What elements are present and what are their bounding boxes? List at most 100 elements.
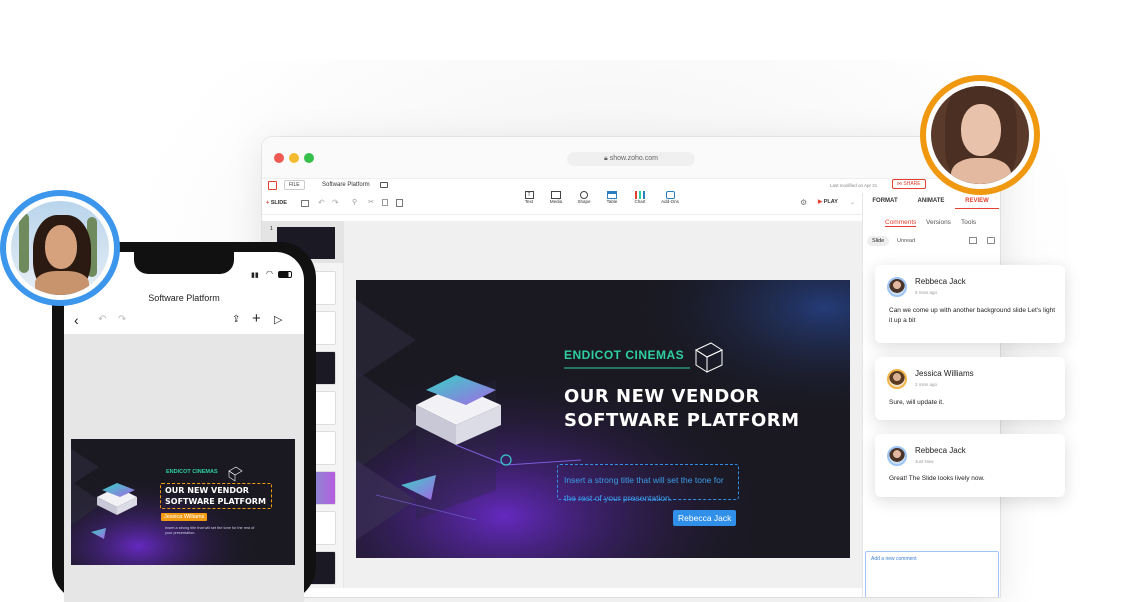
comment-time: Just Now <box>915 459 934 464</box>
slide-title-line2: SOFTWARE PLATFORM <box>564 410 800 431</box>
comment-text: Great! The Slide looks lively now. <box>889 475 985 482</box>
tool-table-label: Table <box>606 199 618 204</box>
collaborator-avatar-blue <box>0 190 120 306</box>
slide-subtitle-placeholder[interactable]: Insert a strong title that will set the … <box>557 464 739 503</box>
tool-chart-label: Chart <box>634 199 646 204</box>
tab-animate[interactable]: ANIMATE <box>909 193 953 209</box>
share-icon[interactable]: ⇪ <box>232 314 240 325</box>
undo-icon[interactable]: ↶ <box>318 198 325 207</box>
comment-card[interactable]: Rebbeca Jack 5 mins ago Can we come up w… <box>875 265 1065 343</box>
add-comment-input[interactable]: Add a new comment <box>865 551 999 597</box>
layout-icon[interactable] <box>301 200 309 207</box>
cut-icon[interactable]: ✂ <box>368 198 374 206</box>
slide-subtitle-text: Insert a strong title that will set the … <box>564 475 724 503</box>
comment-icon[interactable] <box>987 237 995 244</box>
tab-review[interactable]: REVIEW <box>955 193 999 209</box>
add-comment-placeholder: Add a new comment <box>871 556 917 562</box>
filter-slide-chip[interactable]: Slide <box>867 236 890 246</box>
play-button[interactable]: ▶ PLAY <box>818 199 838 205</box>
text-tool-icon: T <box>524 191 534 199</box>
commenter-name: Rebbeca Jack <box>915 446 966 455</box>
puzzle-icon <box>665 191 675 199</box>
chart-tool-icon <box>635 191 645 199</box>
collaborator-cursor-label: Rebecca Jack <box>673 510 737 526</box>
tool-addons-button[interactable]: Add-Ons <box>658 191 682 204</box>
avatar-photo <box>11 201 109 295</box>
tool-addons-label: Add-Ons <box>661 199 679 204</box>
back-chevron-icon[interactable]: ‹ <box>74 312 79 328</box>
commenter-avatar <box>887 369 907 389</box>
folder-icon[interactable] <box>380 182 388 188</box>
tool-text-button[interactable]: T Text <box>520 191 538 204</box>
url-text: show.zoho.com <box>609 155 658 162</box>
print-icon[interactable] <box>969 237 977 244</box>
settings-gear-icon[interactable]: ⚙ <box>800 198 807 207</box>
commenter-avatar <box>887 277 907 297</box>
window-titlebar: 🔒︎ show.zoho.com <box>262 137 1000 179</box>
table-tool-icon <box>607 191 617 199</box>
slide-number-label: 1 <box>270 226 273 232</box>
add-icon[interactable]: + <box>252 310 261 327</box>
main-slide[interactable]: ENDICOT CINEMAS OUR NEW VENDOR SOFTWARE … <box>356 280 850 558</box>
signal-icon: ▮▮ <box>251 272 259 279</box>
paste-icon[interactable] <box>396 199 403 207</box>
undo-icon[interactable]: ↶ <box>98 314 106 325</box>
comment-card[interactable]: Rebbeca Jack Just Now Great! The Slide l… <box>875 434 1065 497</box>
media-tool-icon <box>551 191 561 199</box>
phone-screen: ▮▮ ◠ Software Platform ‹ ↶ ↷ ⇪ + ▷ ENDIC… <box>64 252 304 602</box>
commenter-name: Jessica Williams <box>915 369 974 378</box>
phone-doc-title: Software Platform <box>148 293 220 303</box>
tab-format[interactable]: FORMAT <box>863 193 907 209</box>
share-label: SHARE <box>903 181 921 187</box>
tool-table-button[interactable]: Table <box>602 191 622 204</box>
tool-chart-button[interactable]: Chart <box>630 191 650 204</box>
comment-time: 5 mins ago <box>915 290 938 295</box>
phone-notch <box>134 252 234 274</box>
phone-slide-title-line1: OUR NEW VENDOR <box>165 486 249 495</box>
close-dot[interactable] <box>274 153 284 163</box>
slide-title-line1: OUR NEW VENDOR <box>564 386 760 407</box>
document-title[interactable]: Software Platform <box>322 182 370 188</box>
add-slide-label: SLIDE <box>270 200 287 206</box>
phone-cursor-label: Jessica Williams <box>161 513 208 521</box>
phone-slide-placeholder: Insert a strong title that will set the … <box>165 526 255 535</box>
tool-text-label: Text <box>524 199 534 204</box>
slide-brand-text: ENDICOT CINEMAS <box>564 348 685 362</box>
redo-icon[interactable]: ↷ <box>118 314 126 325</box>
subtab-tools[interactable]: Tools <box>961 219 976 226</box>
comment-time: 2 mins ago <box>915 382 938 387</box>
tool-shape-button[interactable]: Shape <box>574 191 594 204</box>
add-slide-button[interactable]: + SLIDE <box>266 200 287 206</box>
comment-card[interactable]: Jessica Williams 2 mins ago Sure, will u… <box>875 357 1065 420</box>
phone-slide-title-line2: SOFTWARE PLATFORM <box>165 497 266 506</box>
play-dropdown-chevron-icon[interactable]: ⌄ <box>850 199 855 206</box>
commenter-avatar <box>887 446 907 466</box>
share-button[interactable]: ⋈ SHARE <box>892 179 926 189</box>
maximize-dot[interactable] <box>304 153 314 163</box>
filter-unread-chip[interactable]: Unread <box>897 238 915 244</box>
shape-tool-icon <box>580 191 588 199</box>
commenter-name: Rebbeca Jack <box>915 277 966 286</box>
address-bar[interactable]: 🔒︎ show.zoho.com <box>567 152 695 166</box>
avatar-photo <box>931 86 1029 184</box>
copy-icon[interactable] <box>382 199 388 206</box>
minimize-dot[interactable] <box>289 153 299 163</box>
phone-slide[interactable]: ENDICOT CINEMAS OUR NEW VENDOR SOFTWARE … <box>71 439 295 565</box>
play-label: PLAY <box>823 199 838 205</box>
subtab-versions[interactable]: Versions <box>926 219 951 226</box>
comment-text: Can we come up with another background s… <box>889 307 1056 324</box>
battery-icon <box>278 271 292 278</box>
wifi-icon: ◠ <box>266 269 273 278</box>
tool-shape-label: Shape <box>577 199 591 204</box>
app-logo-icon <box>268 181 277 190</box>
comment-text: Sure, will update it. <box>889 399 944 406</box>
paint-format-icon[interactable]: ⚲ <box>352 198 357 206</box>
tool-media-button[interactable]: Media <box>546 191 566 204</box>
last-modified-text: Last modified on Apr 21 <box>830 183 878 188</box>
subtab-comments[interactable]: Comments <box>885 219 917 227</box>
redo-icon[interactable]: ↷ <box>332 198 339 207</box>
file-menu-button[interactable]: FILE <box>284 180 305 190</box>
play-outline-icon[interactable]: ▷ <box>274 313 282 326</box>
tool-media-label: Media <box>549 199 563 204</box>
phone-slide-brand: ENDICOT CINEMAS <box>166 469 218 475</box>
